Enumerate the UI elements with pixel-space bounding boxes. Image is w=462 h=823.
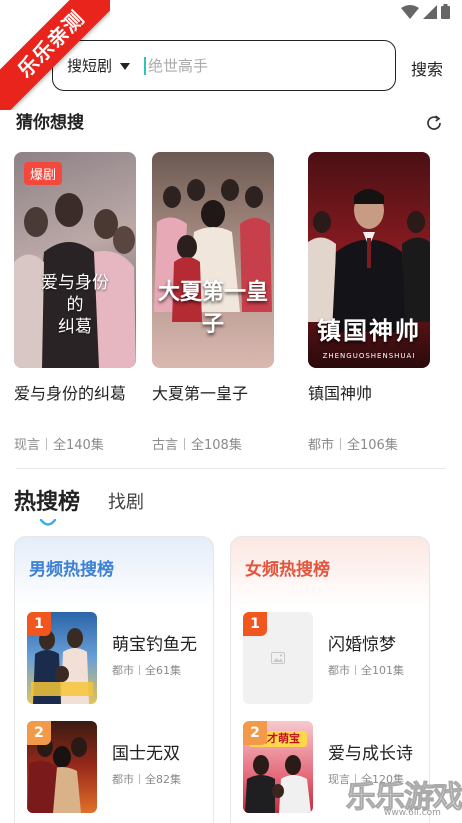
status-icons — [401, 4, 450, 19]
rank-title: 爱与成长诗 — [328, 744, 413, 764]
poster-title-art: 镇国神帅 — [317, 316, 421, 345]
caret-down-icon — [120, 63, 131, 70]
rank-genre: 都市 — [112, 664, 134, 677]
tab-find-drama[interactable]: 找剧 — [108, 488, 144, 514]
watermark-url: www.6ll.com — [384, 808, 441, 818]
drama-poster[interactable]: 镇国神帅 ZHENGUOSHENSHUAI — [308, 152, 430, 368]
ribbon-label: 乐乐亲测 — [0, 0, 110, 110]
rank-title: 萌宝钓鱼无 — [112, 635, 197, 655]
male-rank-title: 男频热搜榜 — [29, 560, 114, 580]
refresh-icon[interactable] — [425, 114, 443, 136]
poster-subtitle-art: ZHENGUOSHENSHUAI — [322, 352, 416, 360]
drama-meta: 现言 全140集 — [14, 434, 136, 453]
drama-card[interactable]: 镇国神帅 ZHENGUOSHENSHUAI 镇国神帅 都市 全106集 — [308, 152, 430, 453]
signal-icon — [423, 4, 437, 19]
rank-meta: 都市 全82集 — [112, 771, 181, 787]
rank-number: 2 — [243, 721, 267, 745]
separator — [46, 437, 48, 450]
male-rank-panel: 男频热搜榜 1 萌宝钓鱼无 都市 全61集 2 国士无双 都市 全82集 — [14, 536, 214, 823]
rank-episodes: 全61集 — [145, 664, 181, 677]
separator — [355, 665, 356, 675]
section-divider — [16, 468, 446, 469]
rank-title: 国士无双 — [112, 744, 180, 764]
drama-episodes: 全108集 — [191, 438, 242, 453]
guess-section-title: 猜你想搜 — [16, 113, 84, 133]
corner-ribbon: 乐乐亲测 — [0, 0, 110, 110]
rank-item[interactable]: 1 萌宝钓鱼无 都市 全61集 — [27, 612, 213, 704]
drama-title: 镇国神帅 — [308, 384, 373, 403]
drama-title: 大夏第一皇子 — [152, 384, 249, 403]
drama-meta: 都市 全106集 — [308, 434, 430, 453]
drama-poster[interactable]: 爆剧 爱与身份 的 纠葛 — [14, 152, 136, 368]
hot-badge: 爆剧 — [24, 162, 63, 185]
drama-episodes: 全106集 — [347, 438, 398, 453]
rank-number: 2 — [27, 721, 51, 745]
search-input[interactable] — [148, 56, 369, 75]
poster-caption: 爱与身份 的 纠葛 — [41, 273, 109, 337]
rank-genre: 都市 — [112, 773, 134, 786]
separator — [184, 437, 186, 450]
drama-genre: 现言 — [14, 438, 41, 453]
rank-number: 1 — [27, 612, 51, 636]
drama-genre: 古言 — [152, 438, 179, 453]
drama-episodes: 全140集 — [53, 438, 104, 453]
rank-meta: 都市 全61集 — [112, 662, 181, 678]
image-placeholder-icon — [271, 649, 285, 668]
wifi-icon — [401, 4, 419, 19]
text-cursor — [144, 56, 147, 75]
rank-item[interactable]: 1 闪婚惊梦 都市 全101集 — [243, 612, 429, 704]
rank-meta: 都市 全101集 — [328, 662, 404, 678]
rank-number: 1 — [243, 612, 267, 636]
search-button[interactable]: 搜索 — [411, 56, 443, 80]
rank-episodes: 全82集 — [145, 773, 181, 786]
battery-icon — [441, 4, 450, 19]
separator — [340, 437, 342, 450]
drama-poster[interactable]: 大夏第一皇子 — [152, 152, 274, 368]
drama-card[interactable]: 爆剧 爱与身份 的 纠葛 爱与身份的纠葛 现言 全140集 — [14, 152, 136, 453]
drama-title: 爱与身份的纠葛 — [14, 384, 127, 403]
drama-genre: 都市 — [308, 438, 335, 453]
drama-meta: 古言 全108集 — [152, 434, 274, 453]
rank-item[interactable]: 2 国士无双 都市 全82集 — [27, 721, 213, 813]
separator — [139, 774, 140, 784]
separator — [139, 665, 140, 675]
rank-episodes: 全101集 — [361, 664, 404, 677]
rank-genre: 都市 — [328, 664, 350, 677]
female-rank-title: 女频热搜榜 — [245, 560, 330, 580]
poster-title-art: 大夏第一皇子 — [157, 279, 268, 337]
drama-card[interactable]: 大夏第一皇子 大夏第一皇子 古言 全108集 — [152, 152, 274, 453]
rank-title: 闪婚惊梦 — [328, 635, 396, 655]
tab-indicator — [39, 512, 57, 531]
